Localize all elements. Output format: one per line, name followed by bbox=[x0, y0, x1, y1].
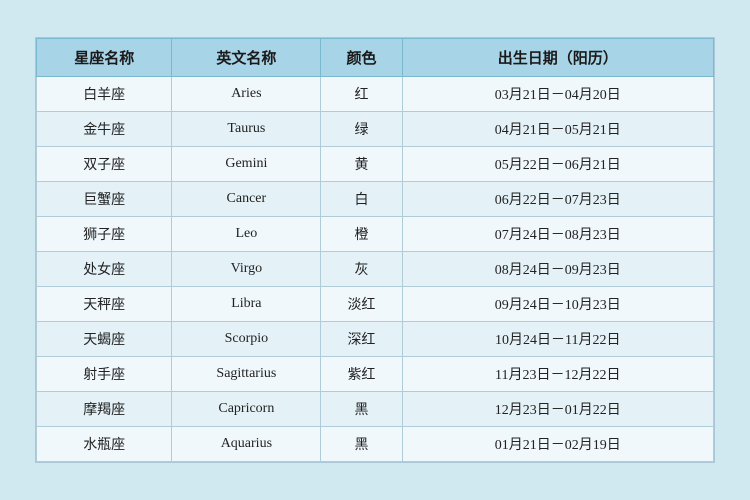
cell-english: Virgo bbox=[172, 252, 321, 287]
cell-chinese: 天秤座 bbox=[37, 287, 172, 322]
cell-color: 黑 bbox=[321, 392, 402, 427]
cell-color: 绿 bbox=[321, 112, 402, 147]
cell-chinese: 巨蟹座 bbox=[37, 182, 172, 217]
table-row: 摩羯座Capricorn黑12月23日－01月22日 bbox=[37, 392, 714, 427]
cell-date: 01月21日－02月19日 bbox=[402, 427, 713, 462]
header-color: 颜色 bbox=[321, 39, 402, 77]
table-row: 狮子座Leo橙07月24日－08月23日 bbox=[37, 217, 714, 252]
cell-english: Libra bbox=[172, 287, 321, 322]
cell-color: 紫红 bbox=[321, 357, 402, 392]
table-row: 天秤座Libra淡红09月24日－10月23日 bbox=[37, 287, 714, 322]
cell-english: Scorpio bbox=[172, 322, 321, 357]
cell-date: 03月21日－04月20日 bbox=[402, 77, 713, 112]
table-row: 射手座Sagittarius紫红11月23日－12月22日 bbox=[37, 357, 714, 392]
cell-color: 橙 bbox=[321, 217, 402, 252]
cell-date: 06月22日－07月23日 bbox=[402, 182, 713, 217]
cell-english: Cancer bbox=[172, 182, 321, 217]
table-row: 天蝎座Scorpio深红10月24日－11月22日 bbox=[37, 322, 714, 357]
zodiac-table: 星座名称 英文名称 颜色 出生日期（阳历） 白羊座Aries红03月21日－04… bbox=[36, 38, 714, 462]
cell-date: 08月24日－09月23日 bbox=[402, 252, 713, 287]
cell-chinese: 天蝎座 bbox=[37, 322, 172, 357]
cell-chinese: 金牛座 bbox=[37, 112, 172, 147]
cell-english: Capricorn bbox=[172, 392, 321, 427]
header-chinese: 星座名称 bbox=[37, 39, 172, 77]
cell-chinese: 狮子座 bbox=[37, 217, 172, 252]
table-header-row: 星座名称 英文名称 颜色 出生日期（阳历） bbox=[37, 39, 714, 77]
cell-english: Aries bbox=[172, 77, 321, 112]
cell-english: Sagittarius bbox=[172, 357, 321, 392]
cell-date: 04月21日－05月21日 bbox=[402, 112, 713, 147]
table-row: 处女座Virgo灰08月24日－09月23日 bbox=[37, 252, 714, 287]
header-date: 出生日期（阳历） bbox=[402, 39, 713, 77]
header-english: 英文名称 bbox=[172, 39, 321, 77]
cell-color: 黄 bbox=[321, 147, 402, 182]
table-row: 金牛座Taurus绿04月21日－05月21日 bbox=[37, 112, 714, 147]
cell-chinese: 白羊座 bbox=[37, 77, 172, 112]
cell-color: 灰 bbox=[321, 252, 402, 287]
cell-date: 05月22日－06月21日 bbox=[402, 147, 713, 182]
cell-date: 10月24日－11月22日 bbox=[402, 322, 713, 357]
cell-chinese: 双子座 bbox=[37, 147, 172, 182]
table-row: 水瓶座Aquarius黑01月21日－02月19日 bbox=[37, 427, 714, 462]
cell-english: Aquarius bbox=[172, 427, 321, 462]
cell-english: Gemini bbox=[172, 147, 321, 182]
table-row: 双子座Gemini黄05月22日－06月21日 bbox=[37, 147, 714, 182]
cell-color: 淡红 bbox=[321, 287, 402, 322]
table-row: 白羊座Aries红03月21日－04月20日 bbox=[37, 77, 714, 112]
cell-date: 09月24日－10月23日 bbox=[402, 287, 713, 322]
cell-chinese: 射手座 bbox=[37, 357, 172, 392]
cell-date: 11月23日－12月22日 bbox=[402, 357, 713, 392]
cell-date: 07月24日－08月23日 bbox=[402, 217, 713, 252]
cell-date: 12月23日－01月22日 bbox=[402, 392, 713, 427]
cell-chinese: 处女座 bbox=[37, 252, 172, 287]
cell-color: 黑 bbox=[321, 427, 402, 462]
cell-color: 红 bbox=[321, 77, 402, 112]
zodiac-table-container: 星座名称 英文名称 颜色 出生日期（阳历） 白羊座Aries红03月21日－04… bbox=[35, 37, 715, 463]
cell-color: 深红 bbox=[321, 322, 402, 357]
cell-english: Taurus bbox=[172, 112, 321, 147]
cell-color: 白 bbox=[321, 182, 402, 217]
table-row: 巨蟹座Cancer白06月22日－07月23日 bbox=[37, 182, 714, 217]
cell-chinese: 摩羯座 bbox=[37, 392, 172, 427]
cell-english: Leo bbox=[172, 217, 321, 252]
cell-chinese: 水瓶座 bbox=[37, 427, 172, 462]
